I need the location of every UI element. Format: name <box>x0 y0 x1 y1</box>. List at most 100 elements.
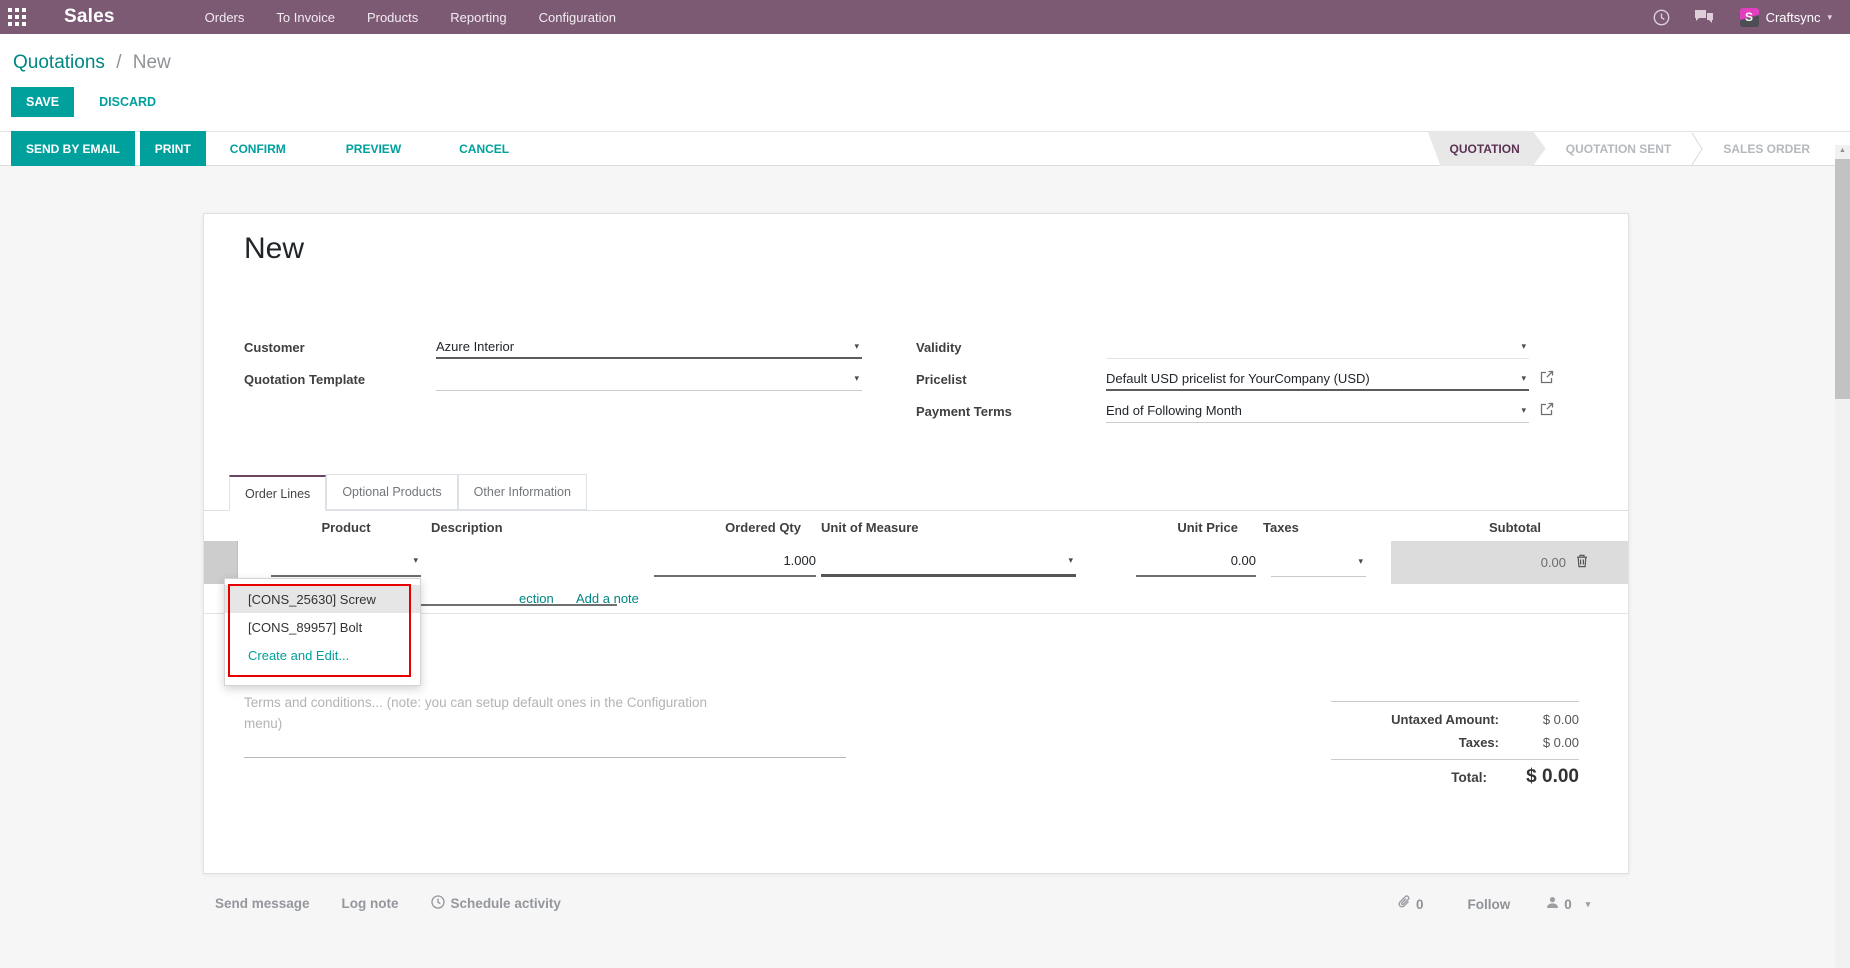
validity-label: Validity <box>916 340 962 355</box>
taxes-input[interactable]: ▾ <box>1271 546 1366 577</box>
activities-clock-icon[interactable] <box>1653 9 1670 26</box>
avatar: S <box>1739 7 1759 27</box>
validity-field[interactable]: ▾ <box>1106 335 1529 359</box>
print-button[interactable]: PRINT <box>139 131 206 166</box>
col-unit-of-measure: Unit of Measure <box>821 520 919 535</box>
product-input[interactable]: ▾ <box>271 546 421 577</box>
follow-label: Follow <box>1467 896 1511 912</box>
payment-terms-value: End of Following Month <box>1106 403 1242 418</box>
follower-count: 0 <box>1564 896 1572 912</box>
scrollbar[interactable]: ▲ <box>1835 145 1850 968</box>
unit-of-measure-input[interactable]: ▾ <box>821 546 1076 577</box>
attachment-count: 0 <box>1416 896 1424 912</box>
main-menu: Orders To Invoice Products Reporting Con… <box>205 10 616 25</box>
tab-optional-products[interactable]: Optional Products <box>326 474 458 510</box>
stage-sales-order[interactable]: SALES ORDER <box>1703 142 1830 156</box>
pricelist-field[interactable]: Default USD pricelist for YourCompany (U… <box>1106 367 1529 391</box>
stage-pipeline: QUOTATION QUOTATION SENT SALES ORDER <box>1428 131 1830 166</box>
dropdown-create-and-edit[interactable]: Create and Edit... <box>225 641 420 669</box>
customer-field[interactable]: Azure Interior ▾ <box>436 335 862 359</box>
untaxed-amount-value: $ 0.00 <box>1542 712 1579 727</box>
breadcrumb-separator: / <box>116 52 122 73</box>
log-note-label: Log note <box>341 896 399 911</box>
messages-chat-icon[interactable] <box>1694 9 1714 25</box>
totals-panel: Untaxed Amount: $ 0.00 Taxes: $ 0.00 Tot… <box>1331 701 1579 792</box>
caret-down-icon: ▾ <box>413 555 418 565</box>
menu-reporting[interactable]: Reporting <box>450 10 506 25</box>
scrollbar-thumb[interactable] <box>1835 159 1850 399</box>
caret-down-icon: ▾ <box>1521 372 1526 383</box>
confirm-button[interactable]: CONFIRM <box>218 142 298 156</box>
preview-button[interactable]: PREVIEW <box>334 142 413 156</box>
caret-down-icon: ▾ <box>1521 341 1526 351</box>
schedule-activity-button[interactable]: Schedule activity <box>430 895 561 912</box>
dropdown-option-bolt[interactable]: [CONS_89957] Bolt <box>225 613 420 641</box>
log-note-button[interactable]: Log note <box>342 896 399 911</box>
followers-dropdown-caret-icon[interactable]: ▾ <box>1586 899 1591 910</box>
user-menu[interactable]: S Craftsync ▾ <box>1739 7 1832 27</box>
send-message-button[interactable]: Send message <box>215 896 310 911</box>
subtotal-value: 0.00 <box>1540 555 1566 570</box>
col-subtotal: Subtotal <box>1489 520 1541 535</box>
attachments-button[interactable]: 0 <box>1398 895 1424 913</box>
breadcrumb-current: New <box>132 52 171 73</box>
ordered-qty-input[interactable]: 1.000 <box>654 546 816 577</box>
scroll-up-arrow-icon[interactable]: ▲ <box>1835 147 1850 154</box>
pricelist-value: Default USD pricelist for YourCompany (U… <box>1106 370 1370 386</box>
caret-down-icon: ▾ <box>854 373 859 383</box>
schedule-clock-icon <box>430 895 445 912</box>
ordered-qty-value: 1.000 <box>783 553 816 568</box>
add-section-link-partial[interactable]: ection <box>519 591 554 606</box>
send-message-label: Send message <box>215 896 310 911</box>
menu-configuration[interactable]: Configuration <box>539 10 616 25</box>
subtotal-readonly-cell: 0.00 <box>1391 541 1628 584</box>
menu-orders[interactable]: Orders <box>205 10 245 25</box>
terms-underline <box>244 757 846 758</box>
menu-to-invoice[interactable]: To Invoice <box>276 10 335 25</box>
stage-quotation[interactable]: QUOTATION <box>1428 131 1546 166</box>
taxes-value: $ 0.00 <box>1542 735 1579 750</box>
save-button[interactable]: SAVE <box>11 87 75 117</box>
stage-quotation-sent[interactable]: QUOTATION SENT <box>1546 142 1692 156</box>
caret-down-icon: ▾ <box>854 340 859 351</box>
menu-products[interactable]: Products <box>367 10 418 25</box>
col-unit-price: Unit Price <box>1177 520 1238 535</box>
col-taxes: Taxes <box>1263 520 1299 535</box>
tab-order-lines[interactable]: Order Lines <box>229 475 327 511</box>
dropdown-option-screw[interactable]: [CONS_25630] Screw <box>225 585 420 613</box>
customer-value: Azure Interior <box>436 338 515 354</box>
untaxed-amount-label: Untaxed Amount: <box>1391 712 1499 727</box>
notebook-tabs: Order Lines Optional Products Other Info… <box>204 474 1628 511</box>
sales-quotation-screen: Sales Orders To Invoice Products Reporti… <box>0 0 1850 968</box>
quotation-template-field[interactable]: ▾ <box>436 367 862 391</box>
payment-terms-label: Payment Terms <box>916 404 1012 419</box>
breadcrumb-quotations-link[interactable]: Quotations <box>13 52 105 73</box>
schedule-activity-label: Schedule activity <box>450 896 561 911</box>
payment-terms-field[interactable]: End of Following Month ▾ <box>1106 399 1529 423</box>
pricelist-external-link-icon[interactable] <box>1540 370 1554 389</box>
total-label: Total: <box>1451 770 1487 785</box>
total-value: $ 0.00 <box>1526 766 1579 787</box>
cancel-button[interactable]: CANCEL <box>447 142 521 156</box>
caret-down-icon: ▾ <box>1358 555 1363 566</box>
paperclip-icon <box>1398 895 1411 913</box>
control-buttons: SAVE DISCARD <box>11 87 170 117</box>
add-note-link[interactable]: Add a note <box>576 591 639 606</box>
followers-button[interactable]: 0 <box>1546 896 1572 912</box>
form-sheet: New Customer Azure Interior ▾ Quotation … <box>203 213 1629 874</box>
unit-price-input[interactable]: 0.00 <box>1136 546 1256 577</box>
unit-price-value: 0.00 <box>1230 553 1256 568</box>
product-dropdown: [CONS_25630] Screw [CONS_89957] Bolt Cre… <box>224 578 421 686</box>
payment-terms-external-link-icon[interactable] <box>1540 402 1554 421</box>
tab-other-information[interactable]: Other Information <box>457 474 587 510</box>
follow-button[interactable]: Follow <box>1468 897 1511 912</box>
user-name: Craftsync <box>1765 9 1821 25</box>
pricelist-label: Pricelist <box>916 372 967 387</box>
send-by-email-button[interactable]: SEND BY EMAIL <box>11 131 135 166</box>
terms-textarea-placeholder[interactable]: Terms and conditions... (note: you can s… <box>244 692 724 734</box>
discard-button[interactable]: DISCARD <box>85 88 170 116</box>
apps-grid-icon[interactable] <box>0 0 34 34</box>
delete-row-trash-icon[interactable] <box>1576 554 1588 571</box>
caret-down-icon: ▾ <box>1068 554 1073 565</box>
chevron-down-icon: ▾ <box>1827 11 1832 22</box>
